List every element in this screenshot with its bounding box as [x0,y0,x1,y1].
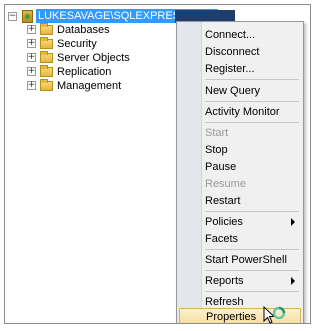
menu-item-label: Pause [205,160,237,173]
menu-item-label: New Query [205,84,261,97]
menu-separator [205,211,299,212]
tree-node-replication[interactable]: + Replication [27,64,111,79]
menu-item-label: Reports [205,274,244,287]
tree-node-label[interactable]: Management [57,80,121,92]
menu-item-connect[interactable]: Connect... [179,26,301,43]
tree-node-databases[interactable]: + Databases [27,22,110,37]
mouse-cursor-busy-icon [263,305,286,324]
tree-node-management[interactable]: + Management [27,78,121,93]
expand-icon[interactable]: + [27,67,36,76]
context-menu: Connect... Disconnect Register... New Qu… [176,21,304,323]
menu-item-resume: Resume [179,175,301,192]
server-icon [22,9,33,23]
menu-item-label: Policies [205,215,243,228]
menu-item-facets[interactable]: Facets [179,230,301,247]
menu-item-label: Disconnect [205,45,260,58]
submenu-arrow-icon [291,218,295,226]
menu-item-label: Connect... [205,28,256,41]
tree-node-label[interactable]: Server Objects [57,52,130,64]
menu-separator [205,101,299,102]
collapse-icon[interactable]: − [8,11,17,21]
menu-separator [205,270,299,271]
object-explorer-panel: − LUKESAVAGE\SQLEXPRESS (SQL + Databases… [4,4,311,324]
menu-item-label: Refresh [205,295,244,308]
tree-node-label[interactable]: Security [57,38,97,50]
menu-separator [205,291,299,292]
tree-node-label[interactable]: Replication [57,66,111,78]
menu-item-activity-monitor[interactable]: Activity Monitor [179,103,301,120]
menu-item-start-powershell[interactable]: Start PowerShell [179,251,301,268]
menu-item-reports[interactable]: Reports [179,272,301,289]
menu-item-label: Properties [206,310,257,323]
menu-separator [205,122,299,123]
menu-item-label: Restart [205,194,241,207]
tree-node-server-objects[interactable]: + Server Objects [27,50,130,65]
menu-item-policies[interactable]: Policies [179,213,301,230]
menu-item-label: Stop [205,143,228,156]
menu-item-label: Resume [205,177,246,190]
menu-item-restart[interactable]: Restart [179,192,301,209]
menu-separator [205,249,299,250]
menu-item-label: Register... [205,62,255,75]
menu-item-disconnect[interactable]: Disconnect [179,43,301,60]
submenu-arrow-icon [291,277,295,285]
menu-item-new-query[interactable]: New Query [179,82,301,99]
menu-item-register[interactable]: Register... [179,60,301,77]
expand-icon[interactable]: + [27,25,36,34]
menu-item-label: Facets [205,232,239,245]
menu-item-pause[interactable]: Pause [179,158,301,175]
folder-icon [40,78,53,91]
menu-item-label: Start [205,126,229,139]
menu-item-stop[interactable]: Stop [179,141,301,158]
tree-node-label[interactable]: Databases [57,24,110,36]
menu-item-label: Start PowerShell [205,253,287,266]
folder-icon [40,64,53,77]
folder-icon [40,36,53,49]
folder-icon [40,50,53,63]
expand-icon[interactable]: + [27,39,36,48]
menu-item-label: Activity Monitor [205,105,280,118]
folder-icon [40,22,53,35]
menu-item-start: Start [179,124,301,141]
expand-icon[interactable]: + [27,81,36,90]
expand-icon[interactable]: + [27,53,36,62]
menu-separator [205,79,299,80]
tree-node-security[interactable]: + Security [27,36,97,51]
